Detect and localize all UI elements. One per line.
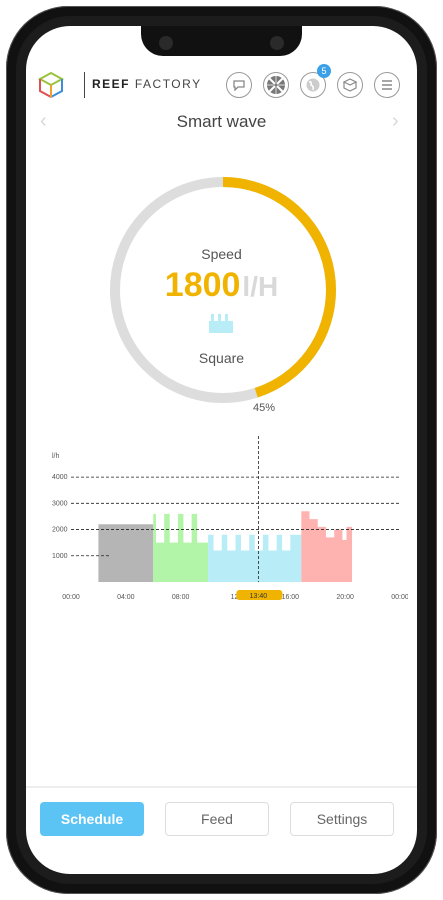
chart-segment-2 (153, 513, 209, 582)
settings-button[interactable]: Settings (290, 802, 394, 836)
schedule-button[interactable]: Schedule (40, 802, 144, 836)
reef-factory-logo-icon (37, 71, 65, 98)
footer-divider (26, 786, 417, 788)
chart-segment-1 (98, 524, 154, 582)
page-navigation: ‹ Smart wave › (26, 110, 417, 136)
x-tick-5: 20:00 (336, 594, 354, 601)
y-axis-label: l/h (52, 453, 60, 460)
page-title: Smart wave (176, 112, 267, 131)
schedule-chart[interactable]: l/h100020003000400000:00 04:00 08:00 12: 16:… (38, 434, 408, 609)
front-camera-icon (159, 36, 173, 50)
x-tick-6: 00:00 (391, 594, 408, 601)
phone-notch (141, 26, 302, 56)
chart-segment-3 (208, 534, 302, 582)
brand-name: REEF FACTORY (92, 77, 202, 91)
y-tick-3000: 3000 (52, 500, 68, 507)
current-time-label: 13:40 (250, 593, 268, 600)
menu-icon[interactable] (374, 72, 400, 98)
app-header: REEF FACTORY 5 (26, 64, 417, 110)
x-tick-4: 16:00 (282, 594, 300, 601)
language-flag-icon[interactable] (263, 72, 289, 98)
square-wave-icon (209, 314, 233, 333)
feed-button[interactable]: Feed (165, 802, 269, 836)
chat-icon[interactable] (226, 72, 252, 98)
x-tick-0: 00:00 (62, 594, 80, 601)
wave-mode-label: Square (198, 350, 245, 366)
speed-label: Speed (201, 246, 242, 262)
notification-badge: 5 (317, 64, 331, 78)
chart-segment-4 (301, 511, 353, 582)
speed-value: 1800l/H (164, 266, 279, 304)
sensor-icon (270, 36, 284, 50)
app-screen: REEF FACTORY 5 ‹ Smart wave › Speed 1800… (26, 26, 417, 874)
x-tick-2: 08:00 (172, 594, 190, 601)
logo-divider (84, 72, 85, 98)
y-tick-1000: 1000 (52, 553, 68, 560)
next-arrow-icon[interactable]: › (392, 110, 399, 132)
gauge-percent: 45% (253, 402, 276, 414)
x-tick-1: 04:00 (117, 594, 135, 601)
y-tick-2000: 2000 (52, 527, 68, 534)
device-status-icon[interactable] (337, 72, 363, 98)
y-tick-4000: 4000 (52, 474, 68, 481)
